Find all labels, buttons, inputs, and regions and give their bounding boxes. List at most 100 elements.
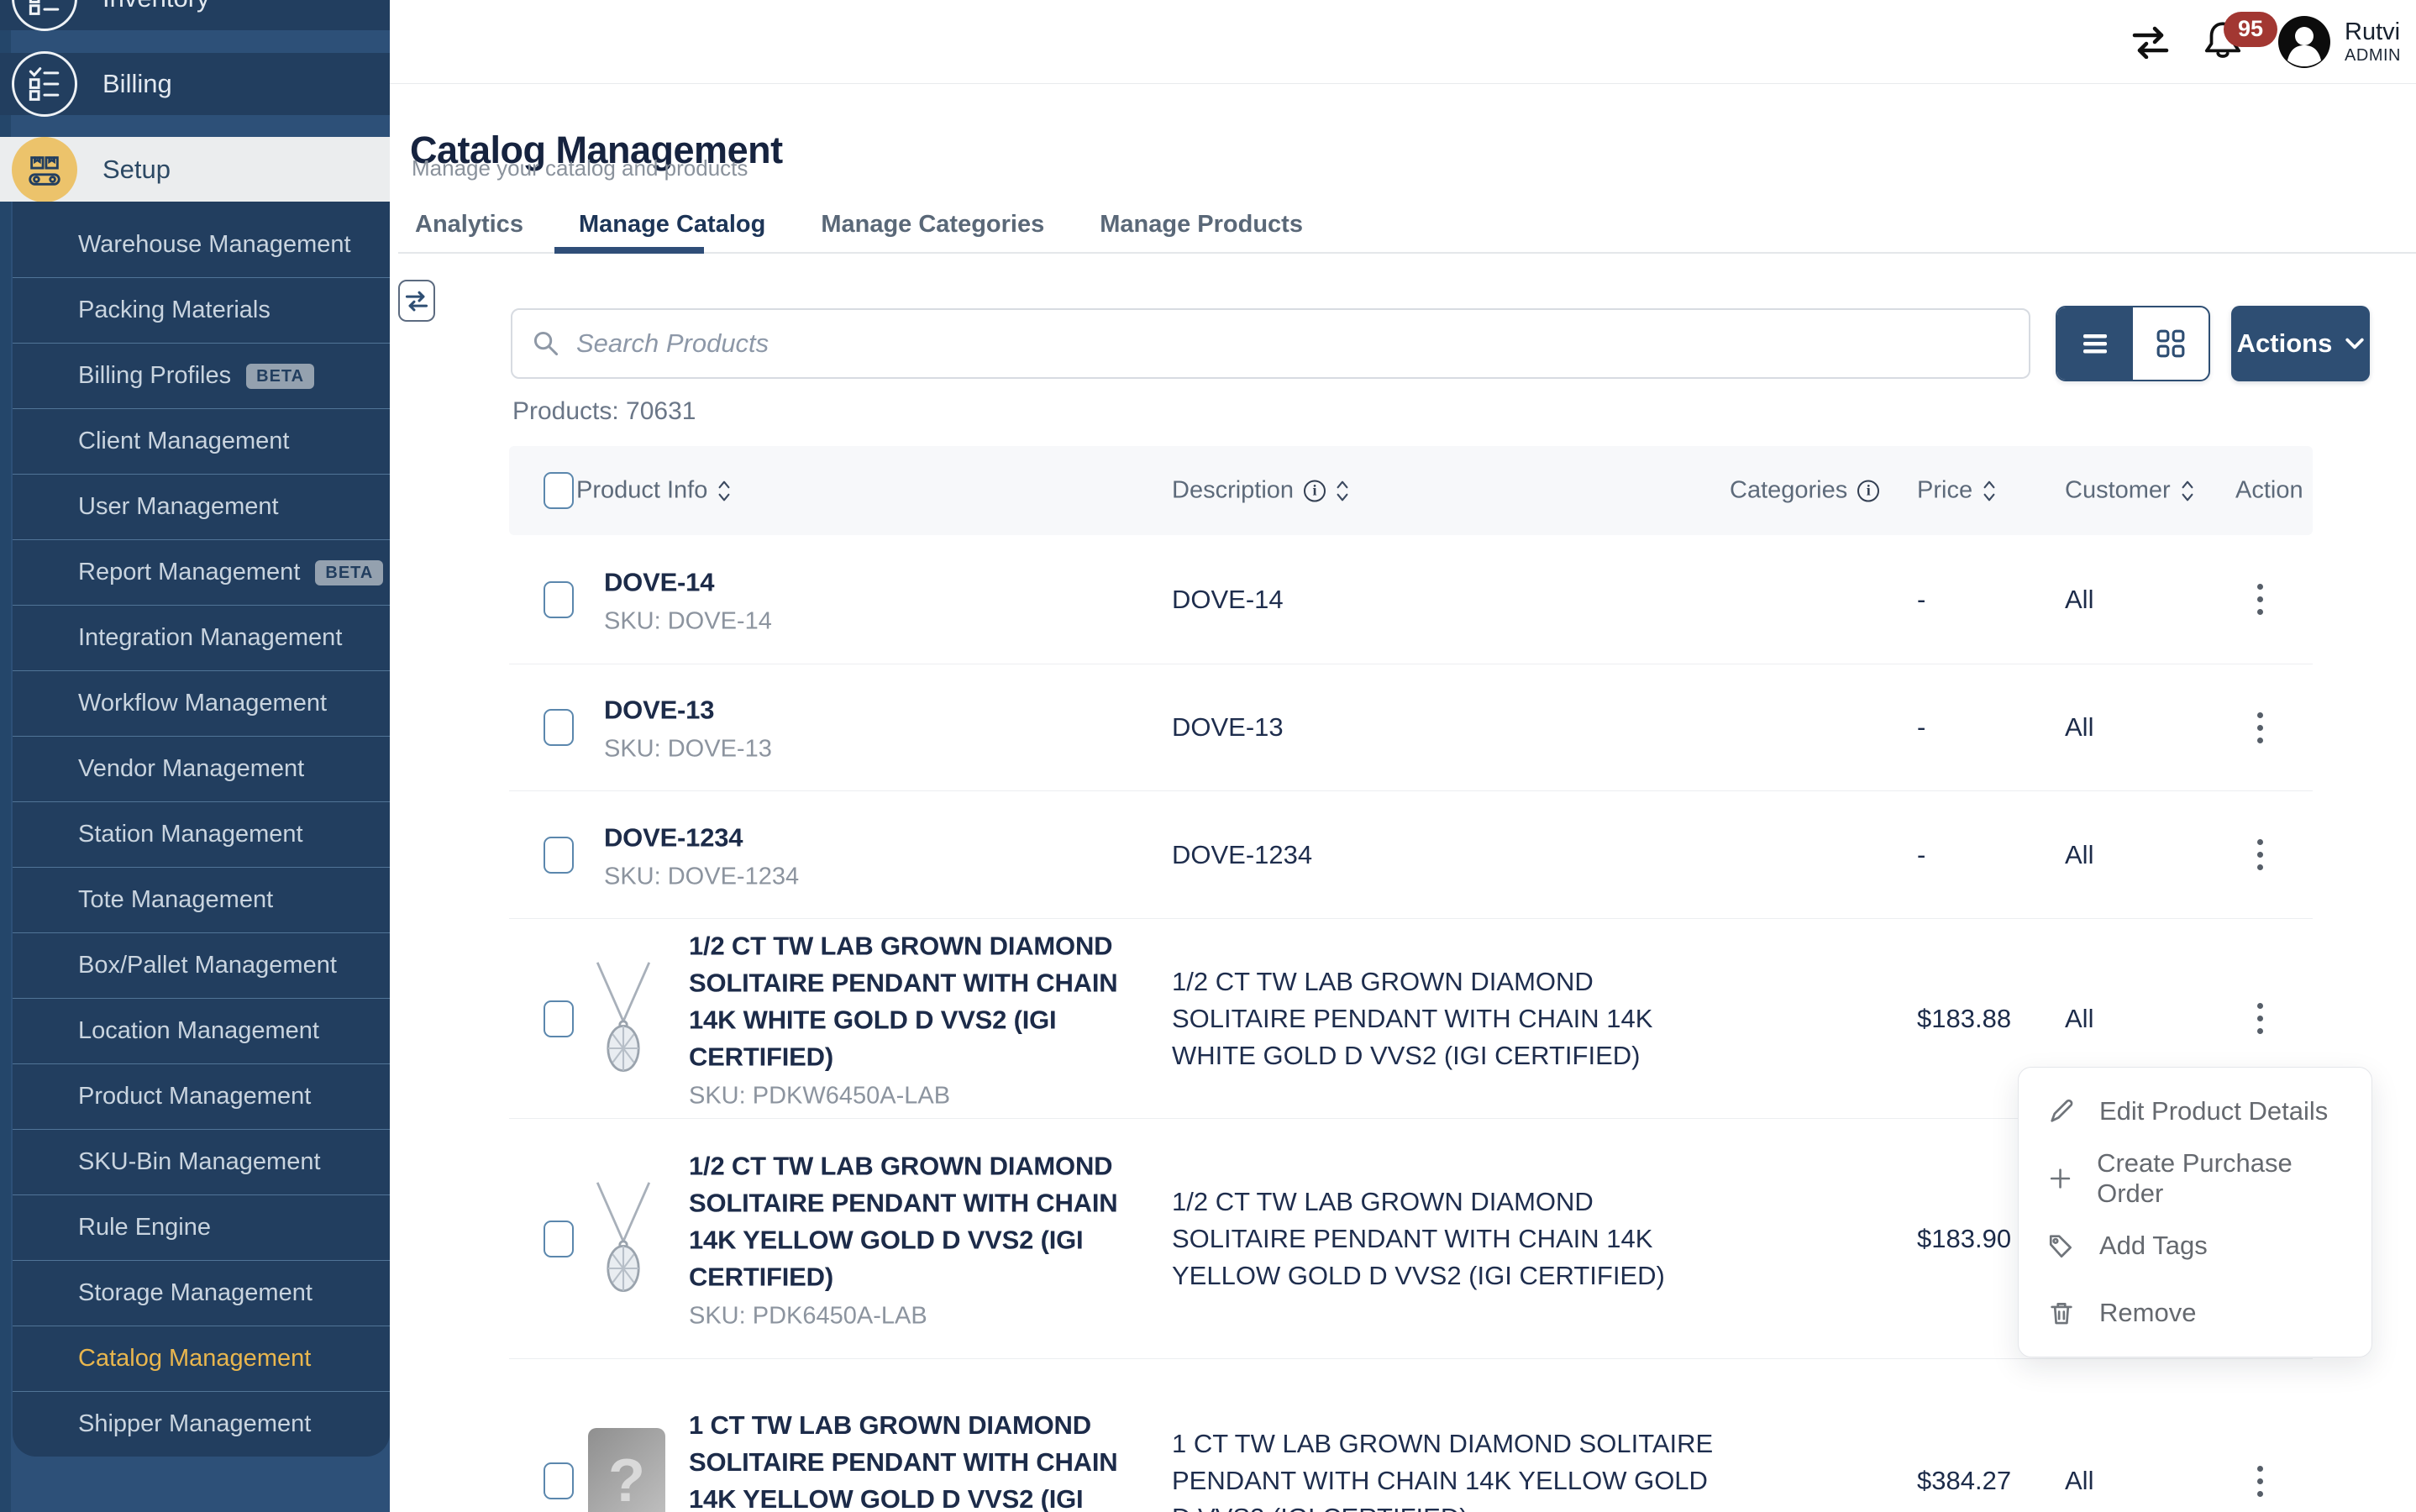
sidebar-item-box-pallet-management[interactable]: Box/Pallet Management: [13, 932, 390, 998]
row-checkbox[interactable]: [544, 581, 574, 618]
sidebar-item-report-management[interactable]: Report ManagementBETA: [13, 539, 390, 605]
sidebar-item-packing-materials[interactable]: Packing Materials: [13, 277, 390, 343]
column-header-product-info[interactable]: Product Info: [576, 477, 731, 505]
product-sku: SKU: PDKW6450A-LAB: [689, 1082, 1159, 1110]
product-customer: All: [2065, 1004, 2093, 1034]
product-customer: All: [2065, 840, 2093, 870]
tab-manage-products[interactable]: Manage Products: [1100, 211, 1303, 239]
setup-submenu: Warehouse Management Packing Materials B…: [13, 202, 390, 1457]
row-checkbox[interactable]: [544, 837, 574, 874]
catalog-management-app: Inventory Billing Setup: [0, 0, 2416, 1512]
menu-item-add-tags[interactable]: Add Tags: [2019, 1212, 2371, 1279]
row-actions-button[interactable]: [2241, 575, 2278, 625]
search-input[interactable]: [575, 328, 2009, 360]
menu-item-remove[interactable]: Remove: [2019, 1279, 2371, 1347]
avatar: [2277, 15, 2331, 69]
beta-badge: BETA: [315, 560, 383, 585]
sidebar-item-user-management[interactable]: User Management: [13, 474, 390, 539]
sidebar-item-tote-management[interactable]: Tote Management: [13, 867, 390, 932]
tab-manage-catalog[interactable]: Manage Catalog: [579, 211, 765, 239]
tab-manage-categories[interactable]: Manage Categories: [821, 211, 1044, 239]
chevron-down-icon: [2345, 338, 2364, 349]
sidebar-scrollbar[interactable]: [0, 0, 11, 1512]
menu-item-edit-product-details[interactable]: Edit Product Details: [2019, 1078, 2371, 1145]
sidebar-item-client-management[interactable]: Client Management: [13, 408, 390, 474]
view-toggle: [2056, 306, 2210, 381]
product-price: -: [1917, 840, 1925, 870]
setup-conveyor-icon: [12, 137, 77, 202]
row-checkbox[interactable]: [544, 1000, 574, 1037]
product-description: 1/2 CT TW LAB GROWN DIAMOND SOLITAIRE PE…: [1172, 963, 1718, 1074]
sidebar: Inventory Billing Setup: [0, 0, 390, 1512]
row-actions-button[interactable]: [2241, 994, 2278, 1044]
table-row: DOVE-1234 SKU: DOVE-1234 DOVE-1234 - All: [509, 791, 2313, 919]
sidebar-item-billing-profiles[interactable]: Billing ProfilesBETA: [13, 343, 390, 408]
product-description: 1/2 CT TW LAB GROWN DIAMOND SOLITAIRE PE…: [1172, 1184, 1718, 1294]
row-checkbox[interactable]: [544, 1462, 574, 1499]
row-checkbox[interactable]: [544, 1221, 574, 1257]
sidebar-item-label: Setup: [102, 155, 171, 185]
info-icon: i: [1857, 480, 1879, 501]
plus-icon: [2047, 1164, 2073, 1193]
product-sku: SKU: DOVE-13: [604, 736, 1074, 764]
transfer-arrows-icon[interactable]: [2131, 25, 2170, 59]
sidebar-item-vendor-management[interactable]: Vendor Management: [13, 736, 390, 801]
inventory-icon: [12, 0, 77, 31]
sidebar-item-storage-management[interactable]: Storage Management: [13, 1260, 390, 1326]
sidebar-item-shipper-management[interactable]: Shipper Management: [13, 1391, 390, 1457]
product-sku: SKU: DOVE-1234: [604, 863, 1074, 890]
column-header-action: Action: [2235, 477, 2303, 505]
product-image-placeholder: ?: [588, 1428, 665, 1512]
column-header-description[interactable]: Description i: [1172, 477, 1349, 505]
menu-item-create-purchase-order[interactable]: Create Purchase Order: [2019, 1145, 2371, 1212]
list-view-button[interactable]: [2057, 307, 2133, 380]
sidebar-item-label: Billing: [102, 69, 172, 99]
sidebar-item-sku-bin-management[interactable]: SKU-Bin Management: [13, 1129, 390, 1194]
sidebar-item-location-management[interactable]: Location Management: [13, 998, 390, 1063]
sidebar-collapse-button[interactable]: [398, 280, 435, 322]
sidebar-item-workflow-management[interactable]: Workflow Management: [13, 670, 390, 736]
row-checkbox[interactable]: [544, 709, 574, 746]
info-icon: i: [1304, 480, 1326, 501]
sort-icon: [1983, 479, 1996, 502]
actions-button[interactable]: Actions: [2231, 306, 2370, 381]
column-header-customer[interactable]: Customer: [2065, 477, 2194, 505]
sidebar-item-integration-management[interactable]: Integration Management: [13, 605, 390, 670]
sidebar-item-inventory[interactable]: Inventory: [0, 0, 390, 30]
sidebar-item-station-management[interactable]: Station Management: [13, 801, 390, 867]
notification-count-badge: 95: [2224, 12, 2277, 47]
sort-icon: [2181, 479, 2194, 502]
product-name: 1/2 CT TW LAB GROWN DIAMOND SOLITAIRE PE…: [689, 927, 1159, 1075]
product-price: $183.90: [1917, 1224, 2011, 1254]
select-all-checkbox[interactable]: [544, 472, 574, 509]
sidebar-item-rule-engine[interactable]: Rule Engine: [13, 1194, 390, 1260]
product-sku: SKU: DOVE-14: [604, 607, 1074, 635]
product-name: DOVE-1234: [604, 819, 1074, 856]
row-actions-button[interactable]: [2241, 702, 2278, 753]
row-actions-button[interactable]: [2241, 1456, 2278, 1506]
topbar: 95 Rutvi ADMIN: [390, 0, 2416, 84]
billing-icon: [12, 51, 77, 117]
user-menu[interactable]: Rutvi ADMIN: [2277, 15, 2401, 69]
sidebar-item-billing[interactable]: Billing: [0, 53, 390, 115]
product-price: $183.88: [1917, 1004, 2011, 1034]
notifications-bell-icon[interactable]: 95: [2202, 18, 2245, 66]
product-customer: All: [2065, 1466, 2093, 1496]
grid-view-icon: [2156, 328, 2186, 359]
active-tab-indicator: [554, 247, 704, 254]
sidebar-item-warehouse-management[interactable]: Warehouse Management: [13, 212, 390, 277]
grid-view-button[interactable]: [2133, 307, 2209, 380]
search-bar: [511, 308, 2030, 379]
row-actions-button[interactable]: [2241, 830, 2278, 880]
column-header-price[interactable]: Price: [1917, 477, 1996, 505]
row-context-menu: Edit Product Details Create Purchase Ord…: [2018, 1067, 2372, 1357]
sidebar-item-setup[interactable]: Setup: [0, 137, 390, 202]
sidebar-item-product-management[interactable]: Product Management: [13, 1063, 390, 1129]
pencil-icon: [2047, 1097, 2076, 1126]
table-row: ? 1 CT TW LAB GROWN DIAMOND SOLITAIRE PE…: [509, 1359, 2313, 1512]
sidebar-item-catalog-management[interactable]: Catalog Management: [13, 1326, 390, 1391]
product-customer: All: [2065, 712, 2093, 743]
product-name: DOVE-13: [604, 692, 1074, 729]
column-header-categories[interactable]: Categories i: [1730, 477, 1879, 505]
tab-analytics[interactable]: Analytics: [415, 211, 523, 239]
